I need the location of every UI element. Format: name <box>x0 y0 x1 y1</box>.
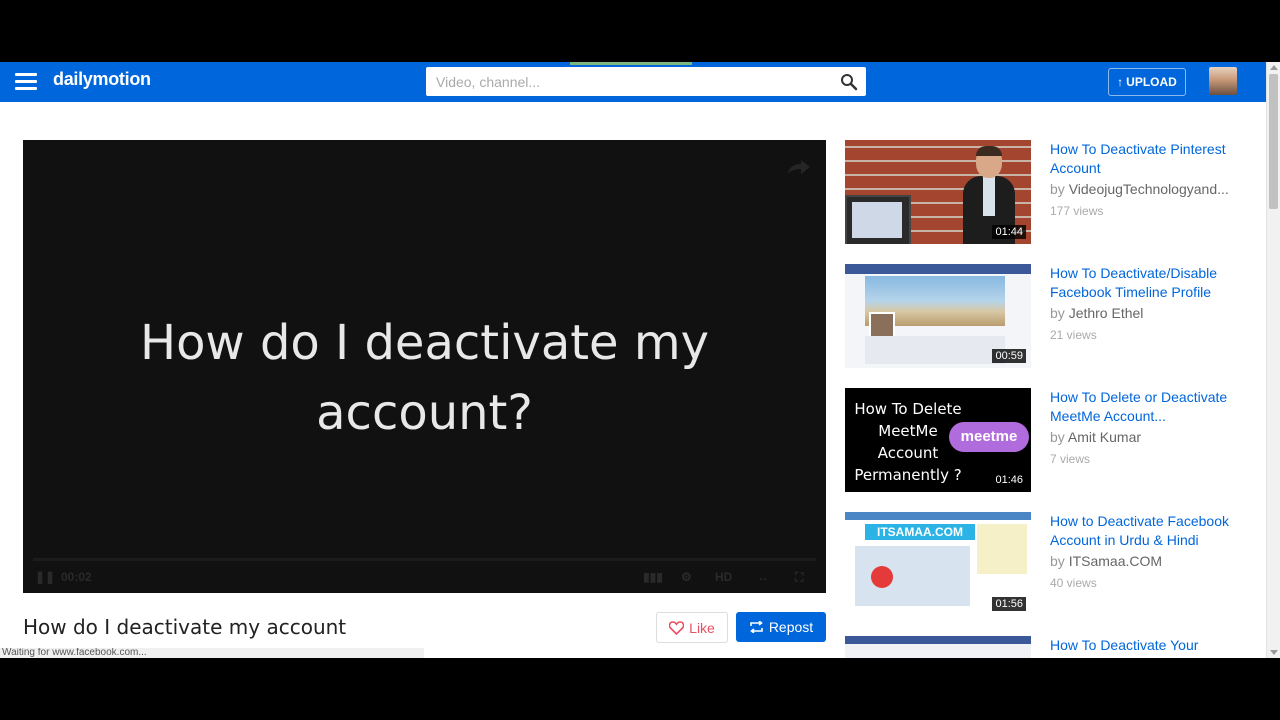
dailymotion-logo[interactable]: dailymotion <box>53 69 151 90</box>
search-input[interactable] <box>426 67 846 96</box>
channel-name[interactable]: Jethro Ethel <box>1069 305 1144 321</box>
related-video-thumbnail[interactable] <box>845 636 1031 658</box>
heart-icon <box>669 620 685 635</box>
related-video-item[interactable]: ITSAMAA.COM 01:56 How to Deactivate Face… <box>845 512 1240 622</box>
video-duration: 00:59 <box>992 349 1026 363</box>
meetme-logo: meetme <box>949 422 1029 452</box>
by-label: by <box>1050 181 1065 197</box>
repost-icon <box>749 621 764 633</box>
related-video-item[interactable]: How To Deactivate Your <box>845 636 1240 658</box>
related-video-title[interactable]: How To Deactivate Your <box>1050 636 1240 655</box>
browser-status-text: Waiting for www.facebook.com... <box>0 648 424 658</box>
top-navbar: dailymotion ↑ UPLOAD <box>0 62 1266 102</box>
related-video-item[interactable]: 01:44 How To Deactivate Pinterest Accoun… <box>845 140 1240 250</box>
video-title: How do I deactivate my account <box>23 615 347 639</box>
like-button[interactable]: Like <box>656 612 728 643</box>
related-video-title[interactable]: How To Delete or Deactivate MeetMe Accou… <box>1050 388 1240 426</box>
scrollbar-thumb[interactable] <box>1269 74 1278 209</box>
related-video-thumbnail[interactable]: ITSAMAA.COM 01:56 <box>845 512 1031 616</box>
thumbnail-text: How To Delete MeetMe Account Permanently… <box>854 400 962 484</box>
scroll-up-arrow-icon[interactable] <box>1270 65 1278 70</box>
related-video-title[interactable]: How To Deactivate/Disable Facebook Timel… <box>1050 264 1240 302</box>
search-box <box>426 67 866 96</box>
letterbox-bar <box>0 658 1280 720</box>
whiteboard-image <box>845 195 911 244</box>
related-video-channel: by VideojugTechnologyand... <box>1050 181 1240 197</box>
itsamaa-logo: ITSAMAA.COM <box>865 524 975 540</box>
related-video-thumbnail[interactable]: 00:59 <box>845 264 1031 368</box>
related-video-views: 21 views <box>1050 328 1097 342</box>
related-video-thumbnail[interactable]: How To Delete MeetMe Account Permanently… <box>845 388 1031 492</box>
video-duration: 01:44 <box>992 225 1026 239</box>
upload-label: UPLOAD <box>1126 75 1177 89</box>
related-video-item[interactable]: How To Delete MeetMe Account Permanently… <box>845 388 1240 498</box>
repost-label: Repost <box>768 619 814 635</box>
player-controls: ❚❚ 00:02 ▮▮▮ ⚙ HD ↔ ⛶ <box>23 566 826 590</box>
video-duration: 01:56 <box>992 597 1026 611</box>
upload-button[interactable]: ↑ UPLOAD <box>1108 68 1186 96</box>
channel-name[interactable]: Amit Kumar <box>1068 429 1141 445</box>
browser-page: dailymotion ↑ UPLOAD How do I deactivate… <box>0 62 1280 658</box>
progress-bar[interactable] <box>33 558 816 561</box>
fullscreen-icon[interactable]: ⛶ <box>795 570 803 585</box>
time-display: 00:02 <box>61 570 92 584</box>
like-label: Like <box>689 619 715 636</box>
by-label: by <box>1050 305 1065 321</box>
related-video-views: 40 views <box>1050 576 1097 590</box>
player-title-line-1: How do I deactivate my <box>139 315 710 371</box>
related-video-channel: by Amit Kumar <box>1050 429 1240 445</box>
related-video-views: 7 views <box>1050 452 1091 466</box>
related-video-channel: by ITSamaa.COM <box>1050 553 1240 569</box>
channel-name[interactable]: ITSamaa.COM <box>1069 553 1162 569</box>
upload-arrow-icon: ↑ <box>1117 75 1124 89</box>
related-video-views: 177 views <box>1050 204 1104 218</box>
share-icon[interactable] <box>788 160 810 174</box>
related-video-thumbnail[interactable]: 01:44 <box>845 140 1031 244</box>
player-title-card: How do I deactivate my account? <box>23 308 826 448</box>
by-label: by <box>1050 553 1065 569</box>
pause-icon[interactable]: ❚❚ <box>35 570 55 584</box>
related-video-channel: by Jethro Ethel <box>1050 305 1240 321</box>
volume-icon[interactable]: ▮▮▮ <box>643 570 663 584</box>
related-video-item[interactable]: 00:59 How To Deactivate/Disable Facebook… <box>845 264 1240 374</box>
channel-name[interactable]: VideojugTechnologyand... <box>1069 181 1229 197</box>
theater-mode-icon[interactable]: ↔ <box>757 570 769 584</box>
related-video-title[interactable]: How To Deactivate Pinterest Account <box>1050 140 1240 178</box>
search-icon[interactable] <box>840 73 858 91</box>
user-avatar[interactable] <box>1209 67 1237 95</box>
settings-icon[interactable]: ⚙ <box>681 570 692 584</box>
hamburger-menu-icon[interactable] <box>15 73 37 91</box>
repost-button[interactable]: Repost <box>736 612 826 642</box>
loading-indicator <box>570 62 692 65</box>
related-video-title[interactable]: How to Deactivate Facebook Account in Ur… <box>1050 512 1240 550</box>
video-player[interactable]: How do I deactivate my account? ❚❚ 00:02… <box>23 140 826 593</box>
scroll-down-arrow-icon[interactable] <box>1270 650 1278 655</box>
player-title-line-2: account? <box>316 385 533 441</box>
page-scrollbar[interactable] <box>1266 62 1280 658</box>
by-label: by <box>1050 429 1065 445</box>
hd-button[interactable]: HD <box>715 570 732 584</box>
video-duration: 01:46 <box>992 473 1026 487</box>
